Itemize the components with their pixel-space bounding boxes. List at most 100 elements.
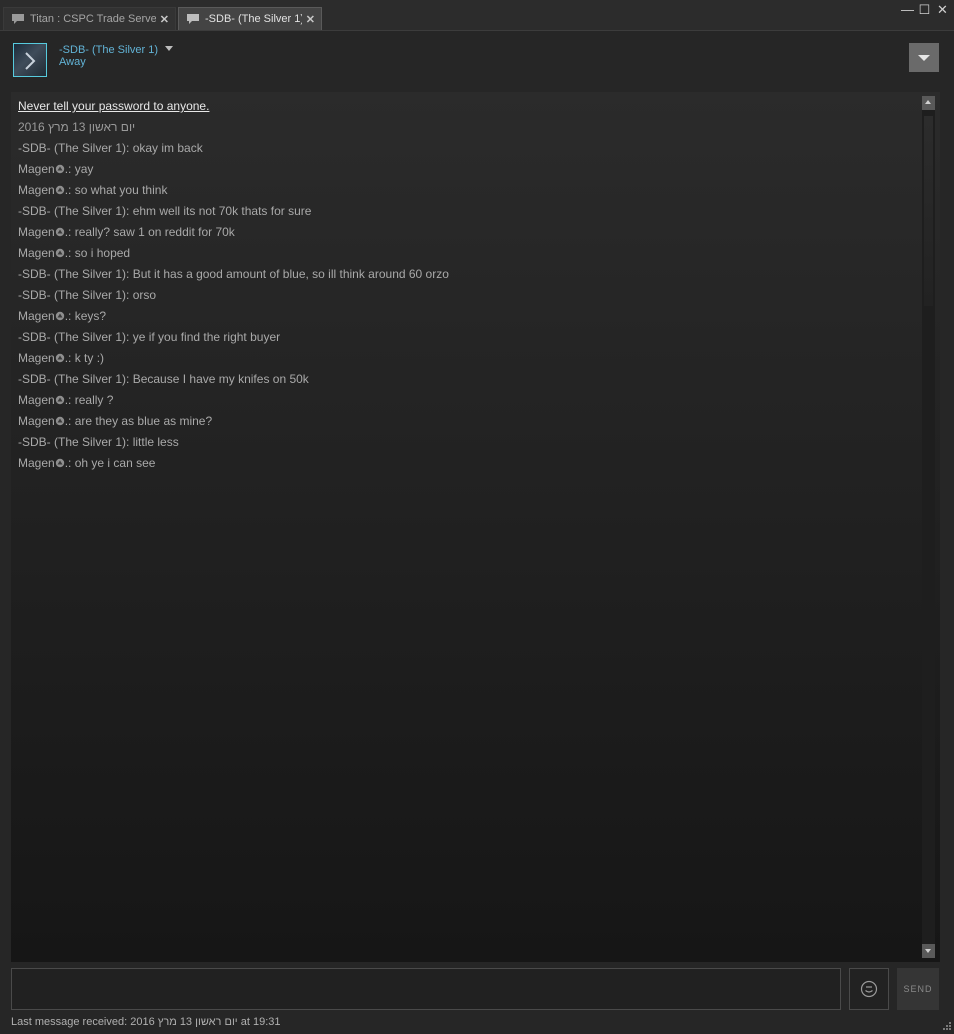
message-sender: Magen [18, 393, 55, 407]
tab-titan-cspc-trade-server[interactable]: Titan : CSPC Trade Server ✕ [3, 7, 176, 30]
message-separator: .: [64, 456, 75, 470]
chat-message: Magen.: really? saw 1 on reddit for 70k [18, 224, 918, 245]
message-separator: .: [64, 351, 75, 365]
name-emblem-icon [55, 185, 64, 195]
message-separator: : [126, 372, 133, 386]
chat-message: Magen.: so what you think [18, 182, 918, 203]
tab-sdb-the-silver-1[interactable]: -SDB- (The Silver 1) ✕ [178, 7, 322, 30]
message-sender: -SDB- (The Silver 1) [18, 435, 127, 449]
message-text: yay [74, 162, 94, 176]
message-text: But it has a good amount of blue, so ill… [132, 267, 449, 281]
last-message-received: Last message received: יום ראשון 13 מרץ … [11, 1016, 281, 1028]
name-emblem-icon [55, 248, 64, 258]
chat-message: Magen.: k ty :) [18, 350, 918, 371]
friend-status: Away [59, 56, 86, 68]
message-text: are they as blue as mine? [74, 414, 213, 428]
chat-message: -SDB- (The Silver 1): But it has a good … [18, 266, 918, 287]
scroll-down-button[interactable] [922, 944, 935, 958]
chat-bubble-icon [12, 14, 24, 24]
avatar[interactable] [13, 43, 47, 77]
message-text: okay im back [132, 141, 203, 155]
chat-message: -SDB- (The Silver 1): okay im back [18, 140, 918, 161]
name-emblem-icon [55, 353, 64, 363]
message-sender: Magen [18, 225, 55, 239]
message-separator: .: [64, 183, 75, 197]
message-text: keys? [74, 309, 107, 323]
scroll-up-button[interactable] [922, 96, 935, 110]
scroll-thumb[interactable] [924, 116, 933, 306]
name-emblem-icon [55, 458, 64, 468]
chat-message: -SDB- (The Silver 1): little less [18, 434, 918, 455]
message-separator: : [126, 435, 133, 449]
message-sender: Magen [18, 456, 55, 470]
message-separator: : [126, 267, 133, 281]
message-sender: Magen [18, 183, 55, 197]
message-text: so what you think [74, 183, 168, 197]
message-separator: .: [64, 246, 75, 260]
message-text: orso [132, 288, 157, 302]
minimize-button[interactable]: — [899, 1, 916, 18]
arrow-down-icon [925, 949, 931, 953]
title-bar: Titan : CSPC Trade Server ✕ -SDB- (The S… [0, 0, 954, 30]
name-dropdown-icon[interactable] [165, 46, 173, 51]
chat-message: Magen.: keys? [18, 308, 918, 329]
message-text: really ? [74, 393, 114, 407]
message-sender: Magen [18, 162, 55, 176]
send-button[interactable]: SEND [897, 968, 939, 1010]
message-sender: -SDB- (The Silver 1) [18, 330, 127, 344]
maximize-button[interactable]: ☐ [916, 1, 933, 18]
message-sender: Magen [18, 309, 55, 323]
chat-options-dropdown-button[interactable] [909, 43, 939, 72]
message-sender: -SDB- (The Silver 1) [18, 372, 127, 386]
chat-message: -SDB- (The Silver 1): Because I have my … [18, 371, 918, 392]
message-sender: Magen [18, 246, 55, 260]
message-text: little less [132, 435, 179, 449]
close-window-button[interactable]: ✕ [934, 1, 951, 18]
tab-close-icon[interactable]: ✕ [306, 13, 315, 26]
arrow-up-icon [925, 100, 931, 104]
message-input[interactable] [11, 968, 841, 1010]
message-sender: -SDB- (The Silver 1) [18, 141, 127, 155]
chat-message: Magen.: so i hoped [18, 245, 918, 266]
date-separator: יום ראשון 13 מרץ 2016 [18, 120, 136, 134]
smiley-icon [860, 980, 878, 998]
message-separator: .: [64, 393, 75, 407]
name-emblem-icon [55, 395, 64, 405]
message-separator: .: [64, 414, 75, 428]
avatar-image-icon [25, 52, 36, 70]
chat-header: -SDB- (The Silver 1) Away [0, 31, 954, 86]
tab-close-icon[interactable]: ✕ [160, 13, 169, 26]
tab-label: -SDB- (The Silver 1) [205, 13, 302, 25]
name-emblem-icon [55, 164, 64, 174]
message-text: k ty :) [74, 351, 105, 365]
emoticon-button[interactable] [849, 968, 889, 1010]
message-list: Never tell your password to anyone. יום … [18, 98, 918, 476]
chat-bubble-icon [187, 14, 199, 24]
resize-grip-icon[interactable] [940, 1020, 952, 1032]
message-sender: -SDB- (The Silver 1) [18, 204, 127, 218]
message-separator: .: [64, 162, 75, 176]
message-text: ehm well its not 70k thats for sure [132, 204, 312, 218]
chat-message: -SDB- (The Silver 1): orso [18, 287, 918, 308]
chat-message: Magen.: oh ye i can see [18, 455, 918, 476]
message-sender: -SDB- (The Silver 1) [18, 267, 127, 281]
tab-label: Titan : CSPC Trade Server [30, 13, 156, 25]
chevron-down-icon [918, 55, 930, 61]
friend-name[interactable]: -SDB- (The Silver 1) [59, 44, 158, 56]
name-emblem-icon [55, 227, 64, 237]
chat-message: -SDB- (The Silver 1): ehm well its not 7… [18, 203, 918, 224]
chat-history-panel: Never tell your password to anyone. יום … [11, 92, 940, 962]
message-text: Because I have my knifes on 50k [132, 372, 309, 386]
message-text: so i hoped [74, 246, 131, 260]
message-text: ye if you find the right buyer [132, 330, 281, 344]
message-sender: Magen [18, 351, 55, 365]
chat-message: Magen.: yay [18, 161, 918, 182]
message-sender: -SDB- (The Silver 1) [18, 288, 127, 302]
message-separator: .: [64, 225, 75, 239]
chat-message: -SDB- (The Silver 1): ye if you find the… [18, 329, 918, 350]
message-text: really? saw 1 on reddit for 70k [74, 225, 235, 239]
message-separator: : [126, 141, 133, 155]
name-emblem-icon [55, 416, 64, 426]
message-separator: : [126, 204, 133, 218]
chat-scrollbar[interactable] [922, 96, 935, 958]
